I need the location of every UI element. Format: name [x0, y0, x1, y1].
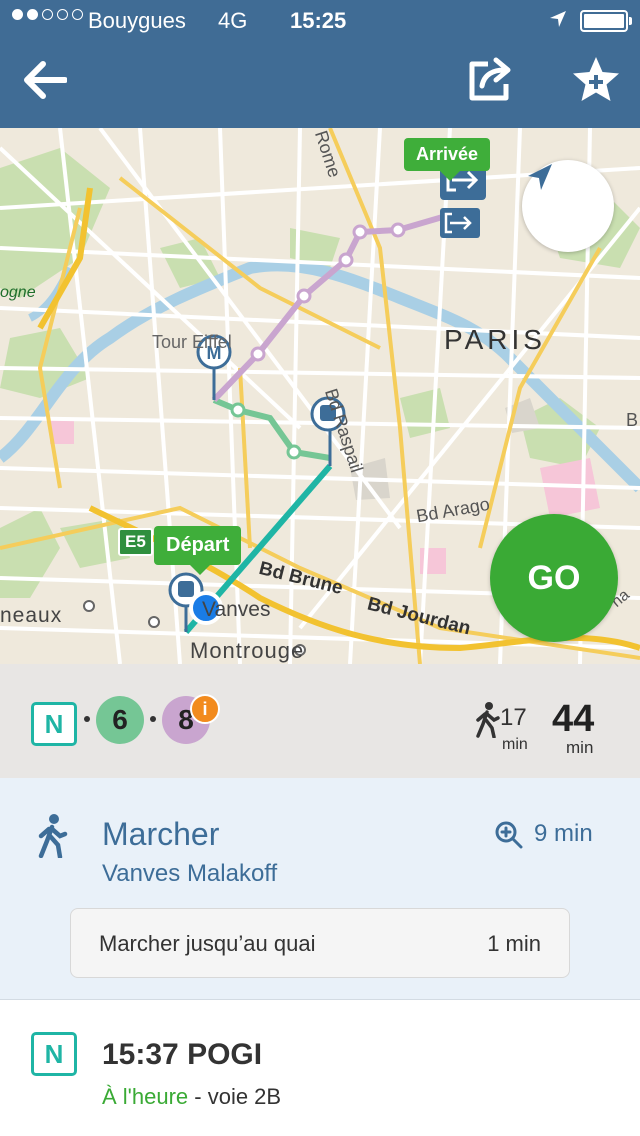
signal-dot	[42, 9, 53, 20]
walk-card-duration: 1 min	[487, 931, 541, 956]
map-label-b: B	[626, 410, 639, 430]
zoom-in-icon[interactable]	[494, 820, 524, 855]
map-label-ogne: ogne	[0, 284, 36, 301]
go-button[interactable]: GO	[490, 514, 618, 642]
rer-line-n-badge: N	[31, 1032, 77, 1076]
map-label-neaux: neaux	[0, 604, 63, 627]
route-summary[interactable]: N 6 8 i 17 min 44 min	[0, 664, 640, 778]
on-time-status: À l'heure	[102, 1084, 189, 1109]
favorite-button[interactable]	[566, 50, 626, 110]
location-arrow-icon	[528, 164, 552, 190]
map-label-paris: PARIS	[444, 324, 546, 355]
star-plus-icon	[573, 57, 619, 101]
walk-to-platform-card[interactable]: Marcher jusqu’au quai 1 min	[70, 908, 570, 978]
carrier-name: Bouygues	[88, 8, 186, 33]
signal-dot	[57, 9, 68, 20]
map-label-vanves: Vanves	[202, 598, 271, 621]
train-status-line: À l'heure - voie 2B	[102, 1084, 281, 1110]
rer-line-n-badge: N	[31, 702, 77, 746]
signal-dot	[27, 9, 38, 20]
walking-person-icon	[474, 702, 500, 743]
separator-dot	[84, 716, 90, 722]
signal-strength	[12, 9, 83, 20]
arrival-tag[interactable]: Arrivée	[404, 138, 491, 181]
train-step[interactable]: N 15:37 POGI À l'heure - voie 2B	[0, 1000, 640, 1136]
location-services-icon	[548, 9, 568, 35]
back-arrow-icon	[24, 61, 67, 99]
departure-tag[interactable]: Départ	[154, 526, 242, 575]
status-time: 15:25	[290, 8, 347, 33]
walk-step[interactable]: Marcher Vanves Malakoff 9 min Marcher ju…	[0, 778, 640, 1000]
walk-minutes: 17	[500, 704, 527, 731]
highway-shield: E5	[118, 528, 153, 556]
top-bar: Bouygues 4G 15:25	[0, 0, 640, 128]
map-label-montrouge: Montrouge	[190, 638, 305, 663]
battery-icon	[580, 10, 632, 32]
train-departure-title: 15:37 POGI	[102, 1038, 263, 1071]
info-icon[interactable]: i	[190, 694, 220, 724]
route-map[interactable]: M PARIS Montrouge Bd Arago Bd Brune Bd J…	[0, 128, 640, 664]
walk-step-duration: 9 min	[534, 820, 593, 847]
share-icon	[469, 57, 511, 101]
total-minutes: 44	[552, 698, 595, 740]
signal-dot	[72, 9, 83, 20]
metro-line-6-badge: 6	[96, 696, 144, 744]
total-minutes-unit: min	[566, 738, 594, 757]
network-type: 4G	[218, 8, 248, 33]
platform-info: - voie 2B	[188, 1084, 282, 1109]
status-bar: Bouygues 4G 15:25	[0, 0, 640, 40]
map-label-tour-eiffel: Tour Eiffel	[152, 332, 232, 352]
locate-me-button[interactable]	[522, 160, 614, 252]
share-button[interactable]	[462, 50, 522, 110]
walk-minutes-unit: min	[502, 736, 528, 753]
walk-step-subtitle: Vanves Malakoff	[102, 860, 278, 887]
separator-dot	[150, 716, 156, 722]
back-button[interactable]	[14, 50, 74, 110]
walk-step-title: Marcher	[102, 816, 220, 852]
walk-card-label: Marcher jusqu’au quai	[99, 931, 316, 956]
walking-person-icon	[36, 814, 68, 863]
signal-dot	[12, 9, 23, 20]
